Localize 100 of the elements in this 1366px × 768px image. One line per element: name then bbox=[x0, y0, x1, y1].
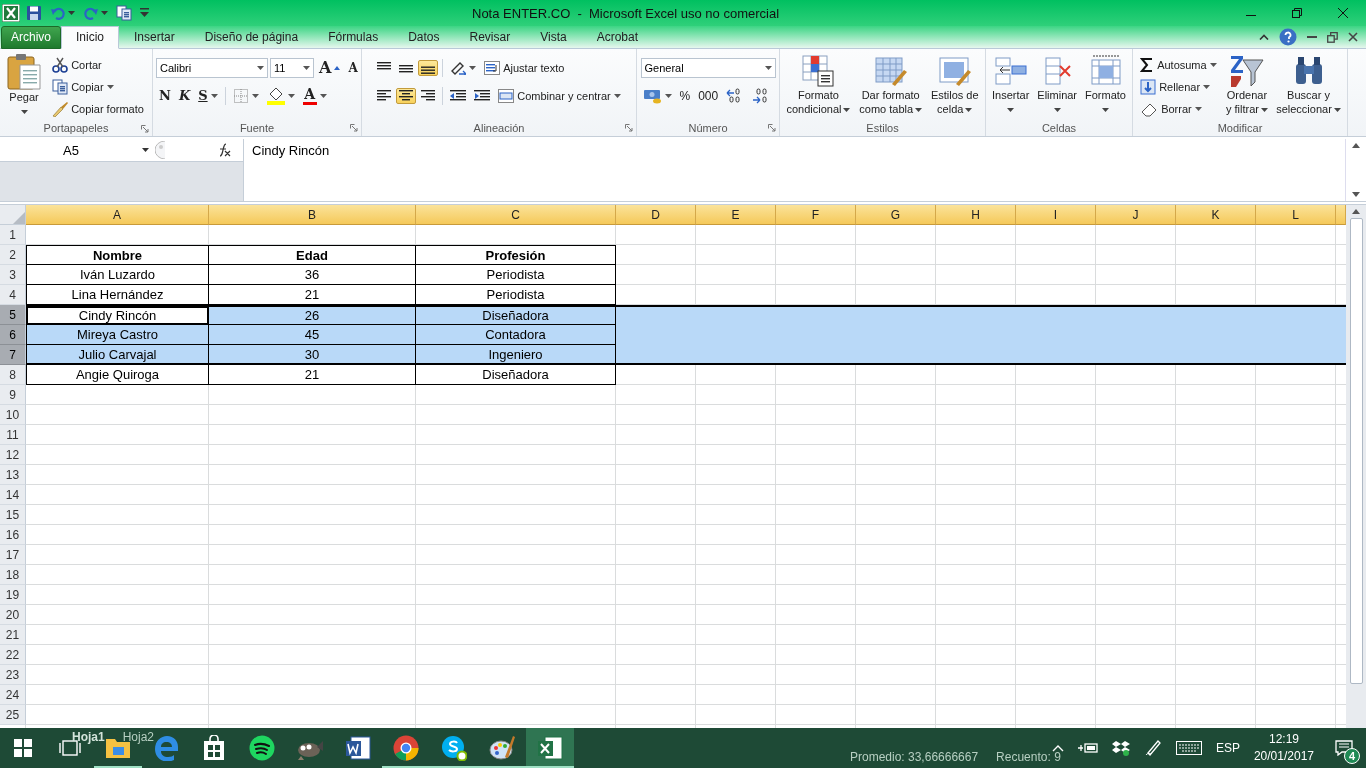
row-header[interactable]: 25 bbox=[0, 705, 26, 725]
fill-button[interactable]: Rellenar bbox=[1137, 76, 1220, 98]
format-painter-button[interactable]: Copiar formato bbox=[49, 98, 147, 120]
row-header[interactable]: 24 bbox=[0, 685, 26, 705]
wrap-text-button[interactable]: Ajustar texto bbox=[481, 59, 568, 77]
row-header[interactable]: 20 bbox=[0, 605, 26, 625]
italic-button[interactable]: K bbox=[175, 86, 194, 106]
sort-filter-button[interactable]: Ordenar y filtrar bbox=[1223, 51, 1270, 117]
text-angle-icon bbox=[450, 61, 467, 75]
autosum-button[interactable]: Autosuma bbox=[1137, 54, 1220, 76]
sheet-tab[interactable]: Hoja1 bbox=[68, 730, 109, 744]
conditional-format-button[interactable]: Formato condicional bbox=[784, 51, 853, 117]
language-indicator[interactable]: ESP bbox=[1215, 741, 1240, 755]
row-header[interactable]: 9 bbox=[0, 385, 26, 405]
caret-icon bbox=[142, 148, 149, 152]
grow-font-button[interactable]: A bbox=[316, 58, 344, 78]
ribbon-tab[interactable]: Revisar bbox=[454, 26, 526, 49]
clear-button[interactable]: Borrar bbox=[1137, 98, 1220, 120]
column-header[interactable]: D bbox=[616, 205, 696, 225]
row-header[interactable]: 5 bbox=[0, 305, 26, 325]
notification-button[interactable]: 4 bbox=[1328, 728, 1360, 768]
column-header[interactable]: H bbox=[936, 205, 1016, 225]
undo-button[interactable] bbox=[48, 5, 77, 21]
cut-button[interactable]: Cortar bbox=[49, 54, 147, 76]
row-header[interactable]: 8 bbox=[0, 365, 26, 385]
column-header[interactable]: F bbox=[776, 205, 856, 225]
row-header[interactable]: 1 bbox=[0, 225, 26, 245]
row-header[interactable]: 7 bbox=[0, 345, 26, 365]
bold-button[interactable]: N bbox=[156, 86, 174, 106]
row-header[interactable]: 2 bbox=[0, 245, 26, 265]
font-color-button[interactable]: A bbox=[299, 85, 330, 107]
number-format-field[interactable]: General bbox=[640, 58, 776, 78]
column-header[interactable]: B bbox=[209, 205, 416, 225]
shrink-font-button[interactable]: A bbox=[345, 58, 361, 78]
column-header[interactable]: E bbox=[696, 205, 776, 225]
save-button[interactable] bbox=[24, 5, 44, 21]
column-header[interactable]: J bbox=[1096, 205, 1176, 225]
row-header[interactable]: 21 bbox=[0, 625, 26, 645]
underline-button[interactable]: S bbox=[195, 86, 221, 106]
excel-logo-icon bbox=[2, 4, 20, 22]
font-field[interactable]: Calibri bbox=[156, 58, 268, 78]
row-header[interactable]: 6 bbox=[0, 325, 26, 345]
column-header[interactable]: G bbox=[856, 205, 936, 225]
row-header[interactable]: 12 bbox=[0, 445, 26, 465]
align-center-button[interactable] bbox=[396, 88, 417, 104]
table-format-button[interactable]: Dar formato como tabla bbox=[857, 51, 925, 117]
cell-styles-button[interactable]: Estilos de celda bbox=[928, 51, 981, 117]
align-bottom-button[interactable] bbox=[418, 60, 439, 76]
row-header[interactable]: 22 bbox=[0, 645, 26, 665]
number-style-button[interactable]: 000 bbox=[695, 87, 722, 105]
dialog-launcher-icon[interactable] bbox=[625, 124, 633, 132]
taskbar-app[interactable] bbox=[526, 728, 574, 768]
customize-button[interactable] bbox=[138, 7, 151, 19]
formula-field[interactable]: Cindy Rincón bbox=[244, 139, 1345, 201]
borders-icon bbox=[232, 88, 249, 104]
row-header[interactable]: 23 bbox=[0, 665, 26, 685]
row-header[interactable]: 3 bbox=[0, 265, 26, 285]
row-header[interactable]: 14 bbox=[0, 485, 26, 505]
dialog-launcher-icon[interactable] bbox=[350, 124, 358, 132]
row-header[interactable]: 19 bbox=[0, 585, 26, 605]
clock[interactable]: 12:19 20/01/2017 bbox=[1253, 731, 1314, 765]
copy-button[interactable]: Copiar bbox=[49, 76, 147, 98]
dialog-launcher-icon[interactable] bbox=[141, 125, 149, 133]
ribbon-tab[interactable]: Diseño de página bbox=[189, 26, 314, 49]
row-header[interactable]: 17 bbox=[0, 545, 26, 565]
row-header[interactable]: 11 bbox=[0, 425, 26, 445]
sheet-tab[interactable]: Hoja2 bbox=[118, 730, 159, 744]
row-header[interactable]: 16 bbox=[0, 525, 26, 545]
delete-button[interactable]: Eliminar bbox=[1035, 51, 1080, 117]
ribbon-tab[interactable]: Vista bbox=[525, 26, 582, 49]
ribbon-tab[interactable]: Fórmulas bbox=[313, 26, 394, 49]
column-header[interactable]: C bbox=[416, 205, 616, 225]
row-header[interactable]: 4 bbox=[0, 285, 26, 305]
file-tab[interactable]: Archivo bbox=[1, 26, 61, 49]
row-header[interactable]: 15 bbox=[0, 505, 26, 525]
insert-button[interactable]: Insertar bbox=[990, 51, 1032, 117]
column-header[interactable]: L bbox=[1256, 205, 1336, 225]
font-size-field[interactable]: 11 bbox=[270, 58, 314, 78]
scrollbar-thumb[interactable] bbox=[1349, 218, 1363, 684]
ribbon-tab[interactable]: Inicio bbox=[61, 26, 120, 49]
ribbon-tab[interactable]: Insertar bbox=[119, 26, 190, 49]
format-cells-button[interactable]: Formato bbox=[1083, 51, 1128, 117]
merge-center-button[interactable]: Combinar y centrar bbox=[495, 87, 624, 105]
number-style-button[interactable]: % bbox=[676, 87, 694, 105]
row-header[interactable]: 10 bbox=[0, 405, 26, 425]
column-header[interactable]: A bbox=[26, 205, 209, 225]
find-select-button[interactable]: Buscar y seleccionar bbox=[1274, 51, 1343, 117]
dialog-launcher-icon[interactable] bbox=[768, 124, 776, 132]
collapse-ribbon-icon bbox=[1259, 34, 1269, 40]
redo-button[interactable] bbox=[81, 5, 110, 21]
paste-button[interactable]: Pegar bbox=[5, 51, 44, 117]
ribbon-tab[interactable]: Acrobat bbox=[581, 26, 653, 49]
row-header[interactable]: 13 bbox=[0, 465, 26, 485]
group-label: Modificar bbox=[1217, 122, 1263, 134]
column-header[interactable]: K bbox=[1176, 205, 1256, 225]
copy-button[interactable] bbox=[114, 5, 134, 21]
table-cell: Iván Luzardo bbox=[26, 265, 209, 285]
column-header[interactable]: I bbox=[1016, 205, 1096, 225]
row-header[interactable]: 18 bbox=[0, 565, 26, 585]
ribbon-tab[interactable]: Datos bbox=[393, 26, 455, 49]
